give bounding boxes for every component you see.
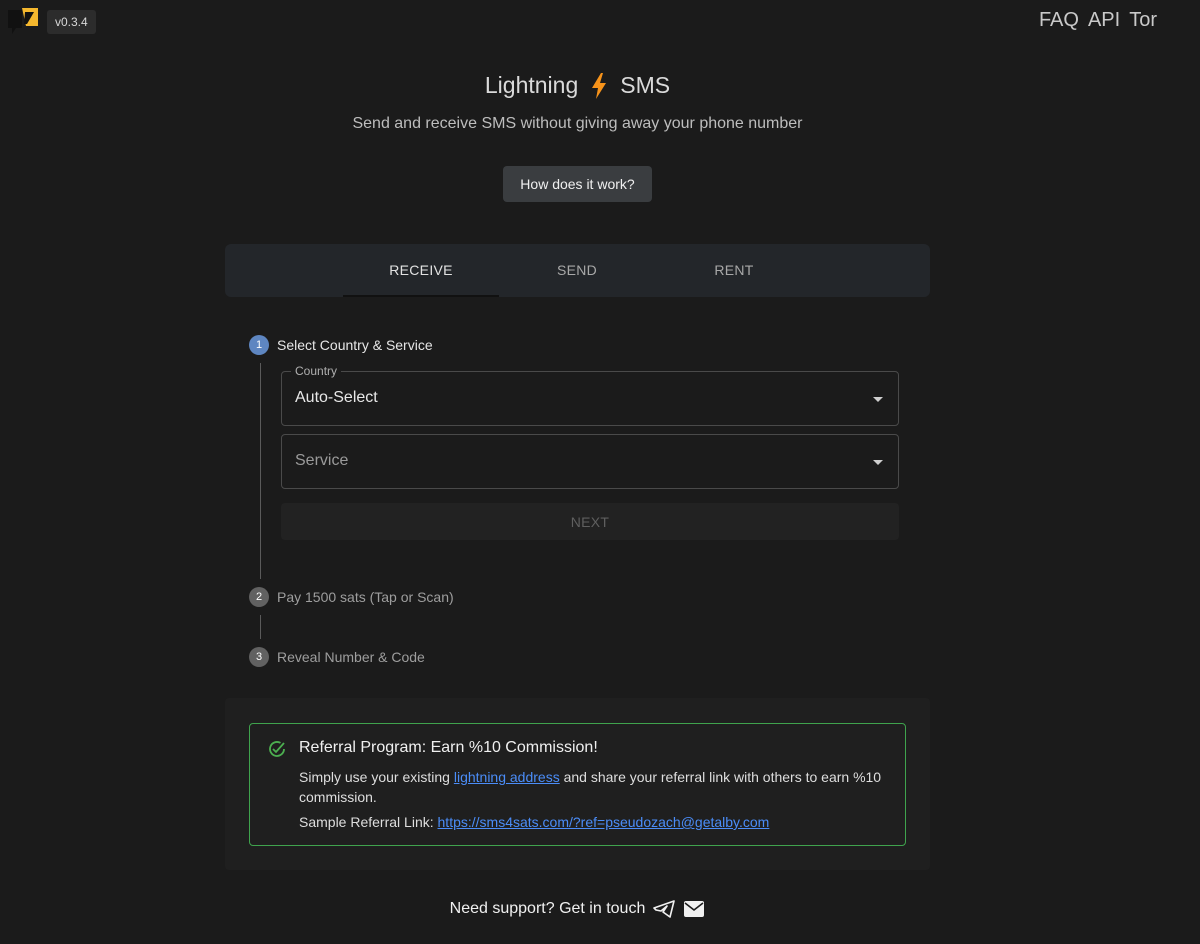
step-1-label: Select Country & Service	[277, 337, 433, 353]
logo-icon[interactable]	[8, 8, 38, 34]
step-2-label: Pay 1500 sats (Tap or Scan)	[277, 589, 454, 605]
page-subtitle: Send and receive SMS without giving away…	[352, 115, 803, 132]
country-label: Country	[291, 364, 342, 378]
country-value: Auto-Select	[295, 389, 378, 406]
tab-receive[interactable]: RECEIVE	[343, 244, 499, 297]
step-2: 2 Pay 1500 sats (Tap or Scan)	[249, 587, 454, 607]
email-icon[interactable]	[683, 900, 705, 918]
step-2-number: 2	[249, 587, 269, 607]
referral-title: Referral Program: Earn %10 Commission!	[299, 739, 598, 756]
referral-alert: Referral Program: Earn %10 Commission! S…	[249, 723, 906, 846]
step-1-number: 1	[249, 335, 269, 355]
dropdown-caret-icon	[873, 397, 883, 402]
lightning-address-link[interactable]: lightning address	[454, 769, 560, 785]
service-placeholder: Service	[295, 452, 349, 469]
mode-tabs: RECEIVE SEND RENT	[225, 244, 930, 297]
nav-api-link[interactable]: API	[1088, 9, 1120, 31]
step-3-number: 3	[249, 647, 269, 667]
top-bar: v0.3.4 FAQ API Tor	[0, 0, 1200, 44]
footer: Need support? Get in touch	[0, 900, 1155, 918]
referral-sample: Sample Referral Link: https://sms4sats.c…	[299, 814, 769, 830]
how-it-works-button[interactable]: How does it work?	[503, 166, 652, 202]
title-left: Lightning	[484, 72, 579, 98]
tab-rent[interactable]: RENT	[656, 244, 812, 297]
version-badge: v0.3.4	[47, 10, 96, 34]
sample-label: Sample Referral Link:	[299, 814, 438, 830]
title-right: SMS	[620, 72, 671, 98]
next-button[interactable]: NEXT	[281, 503, 899, 540]
nav-faq-link[interactable]: FAQ	[1039, 9, 1079, 31]
referral-body-text: Simply use your existing	[299, 769, 454, 785]
sample-referral-link[interactable]: https://sms4sats.com/?ref=pseudozach@get…	[438, 814, 770, 830]
page-title: Lightning SMS	[0, 72, 1155, 99]
step-connector	[260, 615, 261, 639]
check-circle-icon	[269, 741, 285, 757]
active-tab-indicator	[343, 295, 499, 297]
support-text: Need support? Get in touch	[449, 900, 646, 917]
tab-send[interactable]: SEND	[499, 244, 655, 297]
telegram-icon[interactable]	[653, 900, 676, 918]
service-select[interactable]: Service	[281, 434, 899, 489]
lightning-bolt-icon	[592, 72, 607, 99]
dropdown-caret-icon	[873, 460, 883, 465]
step-3: 3 Reveal Number & Code	[249, 647, 425, 667]
step-3-label: Reveal Number & Code	[277, 649, 425, 665]
country-select[interactable]: Country Auto-Select	[281, 364, 899, 426]
nav-tor-link[interactable]: Tor	[1129, 9, 1157, 31]
referral-body: Simply use your existing lightning addre…	[299, 767, 889, 807]
step-1: 1 Select Country & Service	[249, 335, 433, 355]
top-nav: FAQ API Tor	[1039, 9, 1157, 31]
step-connector	[260, 363, 261, 579]
